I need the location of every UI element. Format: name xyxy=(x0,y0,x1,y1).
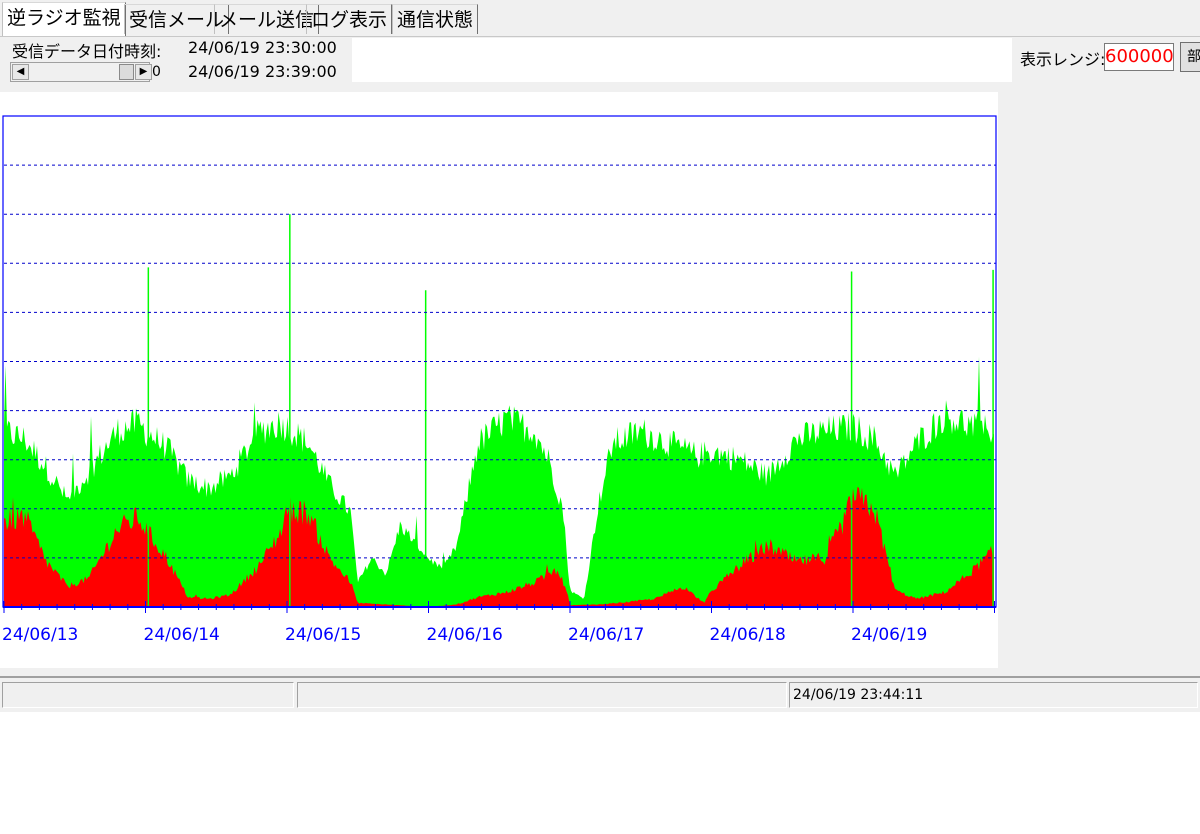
tab-log-view[interactable]: ログ表示 xyxy=(306,4,393,34)
status-pane-1 xyxy=(2,682,294,708)
scroll-thumb[interactable] xyxy=(119,64,134,80)
x-tick-label: 24/06/17 xyxy=(568,625,644,645)
message-area xyxy=(352,38,1012,82)
tab-reverse-radio-monitor[interactable]: 逆ラジオ監視 xyxy=(2,2,126,36)
range-input[interactable]: 600000 xyxy=(1104,43,1174,71)
tab-bar: 逆ラジオ監視 受信メール メール送信 ログ表示 通信状態 xyxy=(0,0,1200,37)
tab-send-mail[interactable]: メール送信 xyxy=(214,4,320,34)
traffic-chart: 24/06/13 24/06/14 24/06/15 24/06/16 24/06/17… xyxy=(0,92,998,668)
side-button[interactable]: 部 xyxy=(1180,42,1200,72)
status-bar: 24/06/19 23:44:11 xyxy=(0,676,1200,712)
time-scrollbar[interactable]: ◀ ▶ xyxy=(10,62,152,82)
x-tick-label: 24/06/18 xyxy=(710,625,786,645)
datetime-value: 24/06/19 23:30:00 xyxy=(188,38,337,57)
range-label: 表示レンジ: xyxy=(1020,50,1106,69)
app-window: 逆ラジオ監視 受信メール メール送信 ログ表示 通信状態 受信データ日付時刻: … xyxy=(0,0,1200,712)
scroll-value: 0 xyxy=(152,64,161,80)
scroll-left-arrow-icon[interactable]: ◀ xyxy=(12,64,29,80)
datetime-label: 受信データ日付時刻: xyxy=(12,42,162,61)
status-pane-3: 24/06/19 23:44:11 xyxy=(789,682,1198,708)
x-tick-label: 24/06/13 xyxy=(2,625,78,645)
traffic-chart-svg: 24/06/13 24/06/14 24/06/15 24/06/16 24/06/17… xyxy=(2,115,997,645)
second-datetime-value: 24/06/19 23:39:00 xyxy=(188,62,337,81)
x-tick-label: 24/06/16 xyxy=(427,625,503,645)
x-tick-label: 24/06/15 xyxy=(285,625,361,645)
x-tick-label: 24/06/19 xyxy=(851,625,927,645)
tab-comm-status[interactable]: 通信状態 xyxy=(392,4,479,34)
status-pane-2 xyxy=(297,682,787,708)
scroll-right-arrow-icon[interactable]: ▶ xyxy=(135,64,152,80)
x-tick-label: 24/06/14 xyxy=(144,625,220,645)
